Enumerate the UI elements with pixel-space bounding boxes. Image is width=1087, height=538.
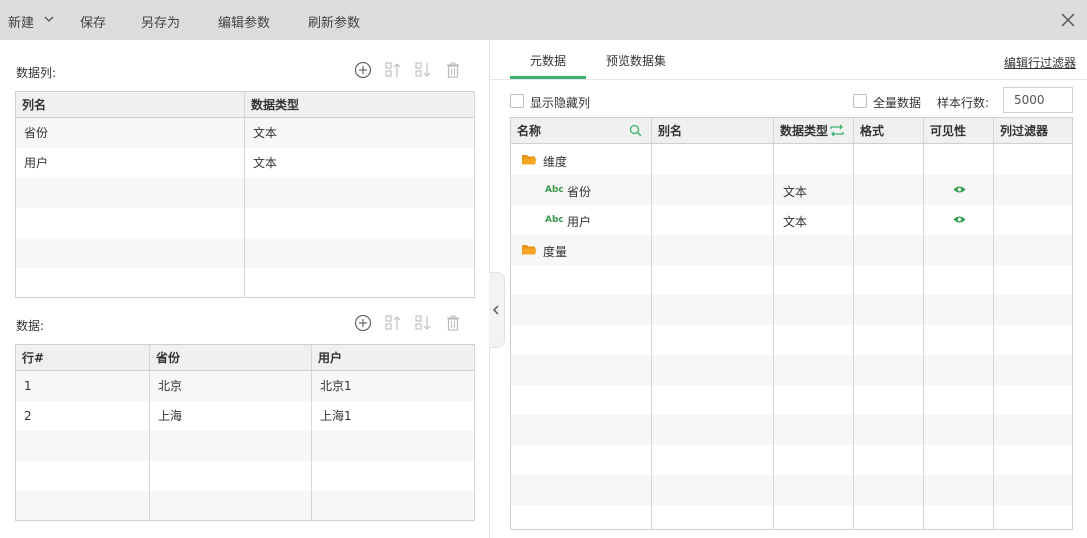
column-divider (923, 118, 924, 529)
trash-icon[interactable] (444, 314, 462, 332)
field-data-type[interactable]: 文本 (783, 183, 807, 200)
column-divider (993, 118, 994, 529)
table-row[interactable]: 1 北京 北京1 (15, 370, 475, 401)
cell-column-name[interactable]: 省份 (15, 117, 245, 148)
move-up-icon[interactable] (384, 314, 402, 332)
data-header-user[interactable]: 用户 (311, 344, 475, 371)
empty-row (511, 355, 1072, 385)
tree-node-measure[interactable]: 度量 (511, 235, 1072, 265)
empty-row (511, 385, 1072, 415)
empty-row (15, 207, 475, 238)
folder-icon (522, 245, 537, 255)
sample-rows-input[interactable] (1003, 87, 1073, 113)
show-hidden-columns-checkbox[interactable] (510, 94, 524, 108)
chevron-down-icon[interactable] (44, 14, 54, 24)
text-type-badge: Abc (545, 215, 564, 225)
data-header-row[interactable]: 行# (15, 344, 150, 371)
add-circle-icon[interactable] (354, 314, 372, 332)
folder-icon (522, 155, 537, 165)
edit-params-button[interactable]: 编辑参数 (218, 12, 270, 31)
empty-row (15, 237, 475, 268)
column-divider (853, 118, 854, 529)
swap-icon[interactable] (830, 124, 844, 137)
meta-header-name[interactable]: 名称 (511, 118, 541, 144)
empty-row (511, 295, 1072, 325)
meta-header-data-type[interactable]: 数据类型 (774, 118, 828, 144)
left-panel: 数据列: 列名 数据类型 省份 文本 用户 文本 数据: 行# 省份 用户 1 … (0, 40, 490, 538)
cell-column-type[interactable]: 文本 (244, 147, 475, 178)
toolbar: 新建 保存 另存为 编辑参数 刷新参数 (0, 0, 1087, 40)
move-down-icon[interactable] (414, 61, 432, 79)
show-hidden-columns-label: 显示隐藏列 (530, 96, 591, 110)
tab-preview-dataset[interactable]: 预览数据集 (606, 52, 666, 69)
data-header-province[interactable]: 省份 (149, 344, 312, 371)
field-name: 用户 (567, 215, 592, 229)
tree-field-row[interactable]: Abc 省份 文本 (511, 175, 1072, 205)
eye-icon[interactable] (953, 215, 966, 224)
table-row[interactable]: 2 上海 上海1 (15, 400, 475, 431)
tab-divider (490, 79, 1087, 80)
empty-row (511, 325, 1072, 355)
tab-metadata[interactable]: 元数据 (530, 52, 566, 69)
move-down-icon[interactable] (414, 314, 432, 332)
dimension-label: 维度 (543, 155, 568, 169)
eye-icon[interactable] (953, 185, 966, 194)
sample-rows-label: 样本行数: (937, 96, 990, 110)
new-button[interactable]: 新建 (8, 12, 34, 31)
meta-header-column-filter[interactable]: 列过滤器 (994, 118, 1048, 144)
columns-table: 列名 数据类型 省份 文本 用户 文本 (15, 91, 475, 298)
text-type-badge: Abc (545, 185, 564, 195)
field-data-type[interactable]: 文本 (783, 213, 807, 230)
columns-section-label: 数据列: (16, 66, 57, 80)
empty-row (15, 460, 475, 491)
empty-row (511, 415, 1072, 445)
tree-field-row[interactable]: Abc 用户 文本 (511, 205, 1072, 235)
tree-node-dimension[interactable]: 维度 (511, 145, 1072, 175)
meta-header-visibility[interactable]: 可见性 (924, 118, 966, 144)
meta-header-alias[interactable]: 别名 (652, 118, 682, 144)
cell-column-name[interactable]: 用户 (15, 147, 245, 178)
empty-row (511, 445, 1072, 475)
metadata-header: 名称 别名 数据类型 格式 可见性 列过滤器 (511, 118, 1072, 144)
full-data-checkbox[interactable] (853, 94, 867, 108)
cell-column-type[interactable]: 文本 (244, 117, 475, 148)
add-circle-icon[interactable] (354, 61, 372, 79)
empty-row (511, 265, 1072, 295)
close-icon[interactable] (1060, 12, 1076, 28)
empty-row (511, 505, 1072, 529)
table-row[interactable]: 用户 文本 (15, 147, 475, 178)
cell-province[interactable]: 上海 (149, 400, 312, 431)
search-icon[interactable] (629, 124, 642, 137)
empty-row (15, 430, 475, 461)
column-divider (651, 118, 652, 529)
cell-row-number[interactable]: 2 (15, 400, 150, 431)
measure-label: 度量 (543, 245, 568, 259)
table-row[interactable]: 省份 文本 (15, 117, 475, 148)
cell-user[interactable]: 北京1 (311, 370, 475, 401)
cell-user[interactable]: 上海1 (311, 400, 475, 431)
full-data-label: 全量数据 (873, 96, 922, 110)
metadata-table: 名称 别名 数据类型 格式 可见性 列过滤器 维度 Abc 省份 文本 Abc … (510, 117, 1073, 530)
edit-row-filter-link[interactable]: 编辑行过滤器 (1004, 54, 1076, 71)
column-header-type[interactable]: 数据类型 (244, 91, 475, 118)
column-header-name[interactable]: 列名 (15, 91, 245, 118)
data-table: 行# 省份 用户 1 北京 北京1 2 上海 上海1 (15, 344, 475, 521)
cell-row-number[interactable]: 1 (15, 370, 150, 401)
meta-header-format[interactable]: 格式 (854, 118, 884, 144)
save-as-button[interactable]: 另存为 (141, 12, 180, 31)
move-up-icon[interactable] (384, 61, 402, 79)
save-button[interactable]: 保存 (80, 12, 106, 31)
field-name: 省份 (567, 185, 592, 199)
trash-icon[interactable] (444, 61, 462, 79)
empty-row (15, 177, 475, 208)
empty-row (511, 475, 1072, 505)
data-section-label: 数据: (16, 319, 45, 333)
refresh-params-button[interactable]: 刷新参数 (308, 12, 360, 31)
empty-row (15, 267, 475, 298)
empty-row (15, 490, 475, 521)
right-panel: 元数据 预览数据集 编辑行过滤器 显示隐藏列 全量数据 样本行数: 名称 别名 … (490, 40, 1087, 538)
column-divider (773, 118, 774, 529)
cell-province[interactable]: 北京 (149, 370, 312, 401)
